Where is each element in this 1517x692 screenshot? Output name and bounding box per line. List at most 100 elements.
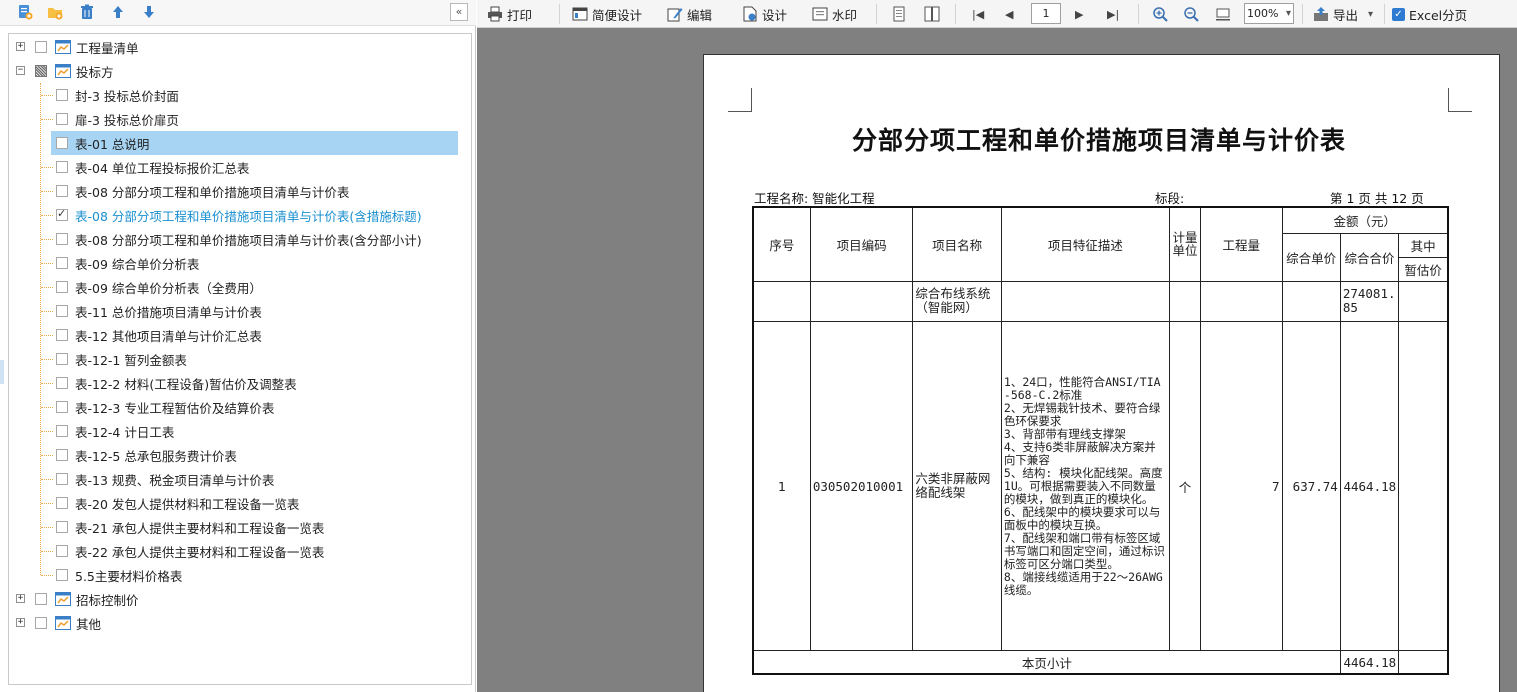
tree-item[interactable]: 表-22 承包人提供主要材料和工程设备一览表	[9, 539, 471, 563]
tree-checkbox[interactable]	[35, 65, 47, 77]
single-page-icon	[891, 6, 907, 22]
next-page-button[interactable]: ▶	[1075, 0, 1083, 28]
tree-item[interactable]: 表-09 综合单价分析表（全费用）	[9, 275, 471, 299]
tree-connector	[41, 527, 53, 528]
tree-checkbox[interactable]	[56, 257, 68, 269]
tree-checkbox[interactable]	[56, 401, 68, 413]
tree-checkbox[interactable]	[56, 281, 68, 293]
last-page-button[interactable]: ▶|	[1107, 0, 1119, 28]
tree-item-label: 表-08 分部分项工程和单价措施项目清单与计价表(含措施标题)	[75, 208, 422, 224]
tree-checkbox[interactable]	[35, 593, 47, 605]
tree-checkbox[interactable]	[56, 521, 68, 533]
header-name: 项目名称	[912, 206, 1002, 282]
tree-item-label: 表-08 分部分项工程和单价措施项目清单与计价表(含分部小计)	[75, 232, 422, 248]
crop-mark	[728, 88, 752, 112]
first-page-button[interactable]: |◀	[972, 0, 984, 28]
move-down-icon[interactable]	[138, 2, 160, 22]
tree-checkbox[interactable]	[56, 185, 68, 197]
single-page-view-button[interactable]	[891, 0, 911, 28]
move-up-icon[interactable]	[107, 2, 129, 22]
checkbox-checked-icon[interactable]: ✓	[1392, 7, 1405, 21]
tree-connector	[41, 95, 53, 96]
tree-checkbox[interactable]	[56, 425, 68, 437]
toolbar-separator	[1384, 4, 1385, 24]
tree-item-label: 表-12-2 材料(工程设备)暂估价及调整表	[75, 376, 297, 392]
report-folder-icon	[55, 616, 71, 630]
watermark-icon	[812, 6, 828, 22]
tree-group-other[interactable]: + 其他	[9, 611, 471, 635]
page-number-input[interactable]: 1	[1031, 3, 1061, 24]
tree-item[interactable]: 表-12-3 专业工程暂估价及结算价表	[9, 395, 471, 419]
tree-checkbox[interactable]	[56, 569, 68, 581]
item-unit: 个	[1168, 320, 1202, 652]
tree-checkbox[interactable]	[56, 449, 68, 461]
header-total: 综合合价	[1339, 232, 1400, 282]
tree-group-control-price[interactable]: + 招标控制价	[9, 587, 471, 611]
tree-group-bill[interactable]: + 工程量清单	[9, 35, 471, 59]
tree-item[interactable]: 表-09 综合单价分析表	[9, 251, 471, 275]
tree-checkbox[interactable]	[56, 473, 68, 485]
tree-item-label: 表-01 总说明	[75, 136, 150, 152]
print-button[interactable]: 打印	[487, 0, 532, 28]
tree-item-label: 表-09 综合单价分析表	[75, 256, 200, 272]
tree-item[interactable]: 表-04 单位工程投标报价汇总表	[9, 155, 471, 179]
tree-item[interactable]: 表-13 规费、税金项目清单与计价表	[9, 467, 471, 491]
tree-item[interactable]: 表-01 总说明	[51, 131, 458, 155]
zoom-in-button[interactable]	[1152, 0, 1172, 28]
chevron-down-icon[interactable]: ▾	[1368, 9, 1373, 20]
tree-checkbox[interactable]	[56, 497, 68, 509]
tree-checkbox[interactable]	[56, 305, 68, 317]
toolbar-separator	[559, 4, 560, 24]
tree-checkbox[interactable]	[56, 207, 68, 221]
tree-item[interactable]: 表-08 分部分项工程和单价措施项目清单与计价表(含分部小计)	[9, 227, 471, 251]
tree-checkbox[interactable]	[56, 329, 68, 341]
tree-checkbox[interactable]	[56, 233, 68, 245]
tree-connector	[41, 407, 53, 408]
two-page-view-button[interactable]	[924, 0, 944, 28]
tree-item[interactable]: 表-12-2 材料(工程设备)暂估价及调整表	[9, 371, 471, 395]
edit-button[interactable]: 编辑	[667, 0, 712, 28]
tree-item[interactable]: 表-08 分部分项工程和单价措施项目清单与计价表(含措施标题)	[9, 203, 471, 227]
design-button[interactable]: 设计	[742, 0, 787, 28]
tree-item[interactable]: 表-12 其他项目清单与计价汇总表	[9, 323, 471, 347]
tree-item[interactable]: 表-11 总价措施项目清单与计价表	[9, 299, 471, 323]
tree-checkbox[interactable]	[35, 617, 47, 629]
expand-icon[interactable]: +	[16, 618, 25, 627]
tree-checkbox[interactable]	[56, 545, 68, 557]
tree-item[interactable]: 5.5主要材料价格表	[9, 563, 471, 587]
tree-checkbox[interactable]	[56, 89, 68, 101]
tree-checkbox[interactable]	[35, 41, 47, 53]
tree-item[interactable]: 封-3 投标总价封面	[9, 83, 471, 107]
tree-item[interactable]: 表-08 分部分项工程和单价措施项目清单与计价表	[9, 179, 471, 203]
delete-icon[interactable]	[76, 2, 98, 22]
tree-item[interactable]: 表-12-5 总承包服务费计价表	[9, 443, 471, 467]
collapse-icon[interactable]: −	[16, 66, 25, 75]
expand-icon[interactable]: +	[16, 42, 25, 51]
tree-checkbox[interactable]	[56, 377, 68, 389]
toolbar-separator	[1138, 4, 1139, 24]
fit-page-button[interactable]	[1215, 0, 1235, 28]
tree-connector	[41, 431, 53, 432]
simple-design-button[interactable]: 简便设计	[572, 0, 642, 28]
excel-split-toggle[interactable]: ✓ Excel分页	[1392, 0, 1467, 28]
zoom-select[interactable]: 100%	[1244, 3, 1294, 24]
tree-checkbox[interactable]	[56, 161, 68, 173]
export-button[interactable]: 导出 ▾	[1313, 0, 1373, 28]
tree-item[interactable]: 表-21 承包人提供主要材料和工程设备一览表	[9, 515, 471, 539]
tree-checkbox[interactable]	[56, 113, 68, 125]
report-page: 分部分项工程和单价措施项目清单与计价表 工程名称: 智能化工程 标段: 第 1 …	[703, 54, 1500, 692]
zoom-out-button[interactable]	[1183, 0, 1203, 28]
tree-group-bidder[interactable]: − 投标方	[9, 59, 471, 83]
prev-page-button[interactable]: ◀	[1005, 0, 1013, 28]
new-folder-icon[interactable]	[44, 2, 66, 22]
watermark-button[interactable]: 水印	[812, 0, 857, 28]
tree-item[interactable]: 表-12-4 计日工表	[9, 419, 471, 443]
tree-item[interactable]: 表-20 发包人提供材料和工程设备一览表	[9, 491, 471, 515]
collapse-panel-button[interactable]: «	[450, 3, 468, 21]
tree-item[interactable]: 扉-3 投标总价扉页	[9, 107, 471, 131]
expand-icon[interactable]: +	[16, 594, 25, 603]
new-report-icon[interactable]	[14, 2, 36, 22]
tree-checkbox[interactable]	[56, 353, 68, 365]
tree-item[interactable]: 表-12-1 暂列金额表	[9, 347, 471, 371]
tree-checkbox[interactable]	[56, 137, 68, 149]
